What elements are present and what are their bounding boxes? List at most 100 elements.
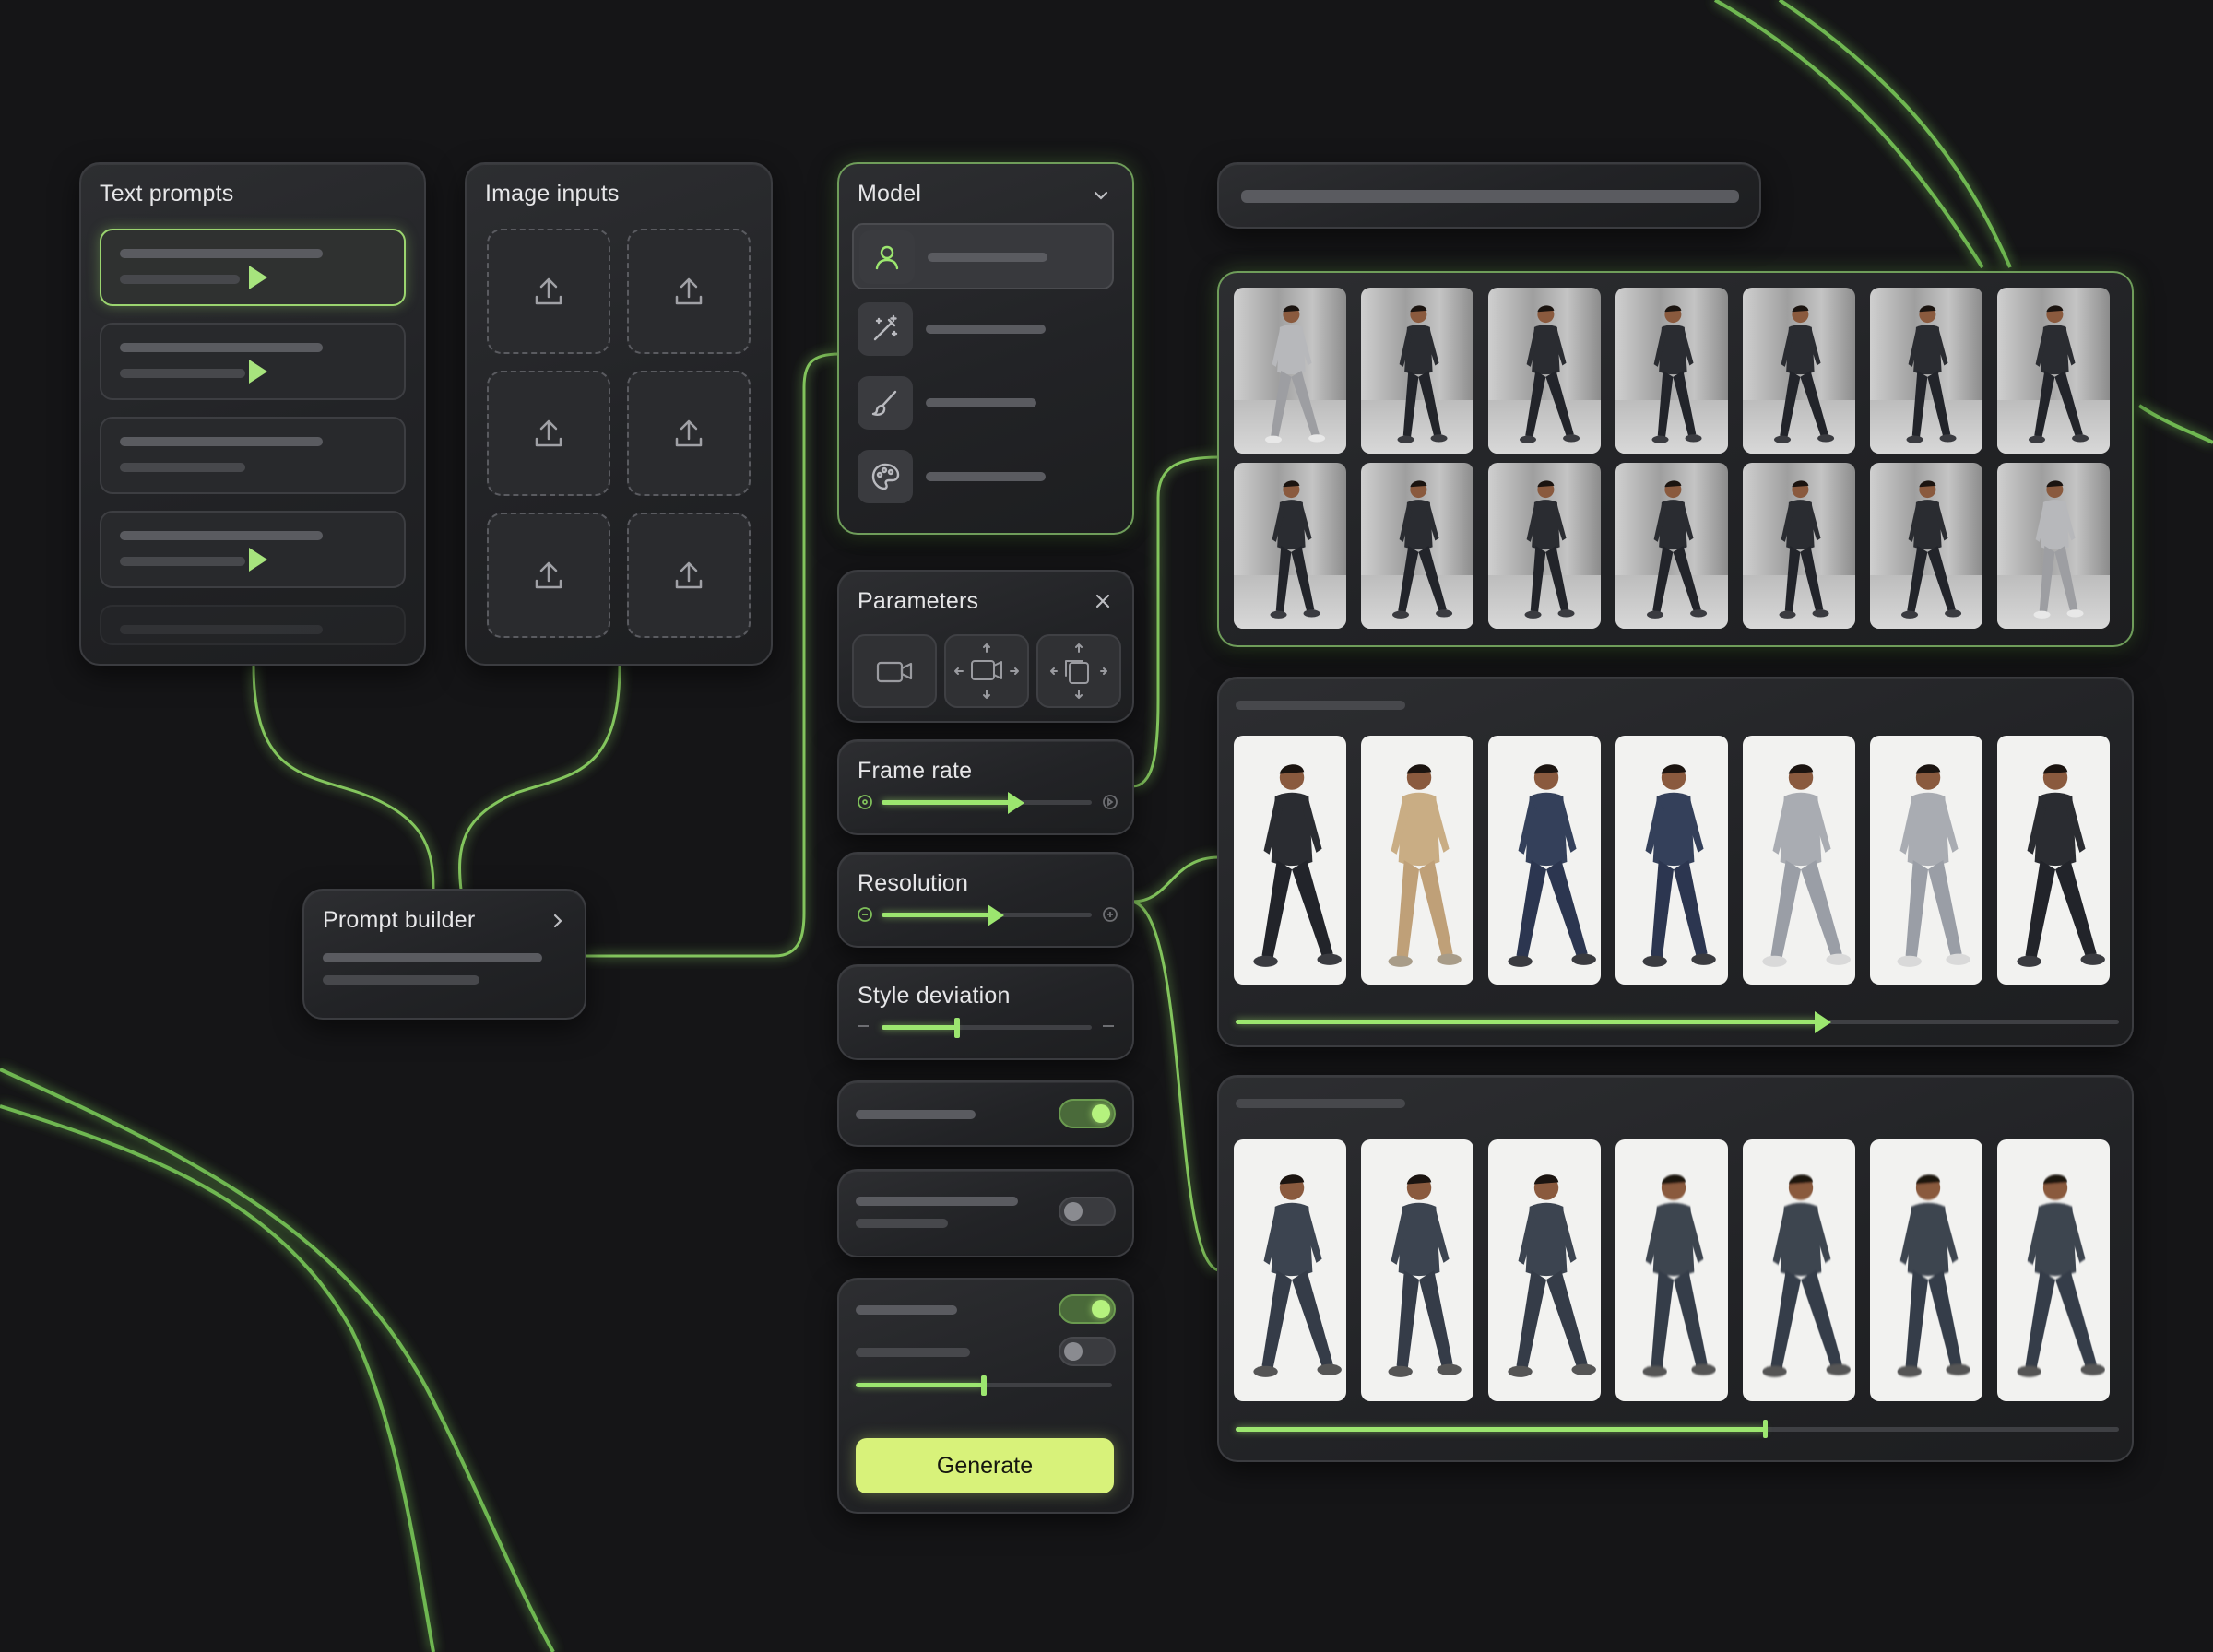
upload-slot-1[interactable] bbox=[487, 229, 610, 354]
output-frame[interactable] bbox=[1870, 736, 1982, 985]
output-frame[interactable] bbox=[1743, 288, 1855, 454]
slider-handle[interactable] bbox=[981, 1375, 987, 1396]
walking-figure bbox=[2017, 764, 2105, 967]
output-strip-motion bbox=[1217, 1075, 2134, 1462]
output-frame[interactable] bbox=[1870, 288, 1982, 454]
timeline-handle[interactable] bbox=[1763, 1420, 1769, 1438]
resolution-label: Resolution bbox=[858, 870, 969, 896]
frame-rate-slider[interactable] bbox=[882, 800, 1092, 805]
generate-button[interactable]: Generate bbox=[856, 1438, 1114, 1493]
walking-figure bbox=[1774, 305, 1835, 443]
slider-handle[interactable] bbox=[987, 904, 1004, 926]
output-frame[interactable] bbox=[1488, 1139, 1601, 1401]
output-frame[interactable] bbox=[1615, 1139, 1728, 1401]
output-frame[interactable] bbox=[1615, 736, 1728, 985]
output-frame[interactable] bbox=[1361, 736, 1473, 985]
output-frame[interactable] bbox=[1615, 288, 1728, 454]
model-item-1[interactable] bbox=[852, 223, 1114, 289]
walking-figure bbox=[1762, 1174, 1851, 1377]
output-frame[interactable] bbox=[1361, 1139, 1473, 1401]
high-res-icon bbox=[1103, 907, 1118, 922]
walking-figure bbox=[1253, 1174, 1342, 1377]
output-frame[interactable] bbox=[1234, 736, 1346, 985]
model-item-4[interactable] bbox=[852, 444, 1114, 511]
panel-title: Prompt builder bbox=[323, 907, 476, 933]
prompt-card-1[interactable] bbox=[100, 229, 406, 306]
output-frame[interactable] bbox=[1870, 1139, 1982, 1401]
camera-static-button[interactable] bbox=[852, 634, 937, 708]
walking-figure bbox=[1253, 764, 1342, 967]
upload-icon bbox=[535, 277, 562, 305]
walking-figure bbox=[1392, 480, 1453, 619]
walking-figure bbox=[1508, 1174, 1596, 1377]
close-icon[interactable] bbox=[1094, 592, 1112, 610]
upload-slot-6[interactable] bbox=[627, 513, 751, 638]
upload-slot-3[interactable] bbox=[487, 371, 610, 496]
text-prompts-panel: Text prompts bbox=[79, 162, 426, 666]
output-strip-illustration bbox=[1217, 677, 2134, 1047]
model-item-2[interactable] bbox=[852, 297, 1114, 363]
slider-handle[interactable] bbox=[954, 1018, 961, 1038]
minus-icon bbox=[858, 1025, 869, 1027]
output-frame[interactable] bbox=[1615, 463, 1728, 629]
prompt-card-5[interactable] bbox=[100, 605, 406, 645]
panel-title: Text prompts bbox=[100, 181, 234, 206]
output-frame[interactable] bbox=[1234, 463, 1346, 629]
output-frame[interactable] bbox=[1997, 1139, 2110, 1401]
slow-icon bbox=[858, 795, 872, 809]
panel-title: Image inputs bbox=[485, 181, 620, 206]
output-frame[interactable] bbox=[1488, 463, 1601, 629]
output-frame[interactable] bbox=[1997, 463, 2110, 629]
camera-orbit-button[interactable] bbox=[1036, 634, 1121, 708]
model-item-3[interactable] bbox=[852, 371, 1114, 437]
output-frame[interactable] bbox=[1234, 1139, 1346, 1401]
camera-pan-button[interactable] bbox=[944, 634, 1029, 708]
toggle-switch-4[interactable] bbox=[1059, 1337, 1116, 1366]
walking-figure bbox=[1779, 480, 1829, 619]
output-header-bar bbox=[1217, 162, 1761, 229]
chevron-right-icon[interactable] bbox=[550, 913, 566, 929]
prompt-card-2[interactable] bbox=[100, 323, 406, 400]
toggle-switch-3[interactable] bbox=[1059, 1294, 1116, 1324]
prompt-card-4[interactable] bbox=[100, 511, 406, 588]
plus-icon bbox=[1103, 1025, 1114, 1027]
upload-icon bbox=[535, 561, 562, 589]
prompt-builder-panel[interactable]: Prompt builder bbox=[302, 889, 586, 1020]
model-panel: Model bbox=[837, 162, 1134, 535]
output-frame[interactable] bbox=[1361, 463, 1473, 629]
slider-handle[interactable] bbox=[1008, 792, 1025, 814]
output-frame[interactable] bbox=[1743, 736, 1855, 985]
brush-icon bbox=[871, 390, 897, 416]
panel-title: Parameters bbox=[858, 588, 979, 614]
timeline-scrubber-2[interactable] bbox=[1236, 1427, 2119, 1432]
walking-figure bbox=[2033, 480, 2084, 619]
output-frame[interactable] bbox=[1743, 463, 1855, 629]
toggle-switch-1[interactable] bbox=[1059, 1099, 1116, 1128]
output-frame[interactable] bbox=[1997, 736, 2110, 985]
output-frame[interactable] bbox=[1743, 1139, 1855, 1401]
upload-slot-4[interactable] bbox=[627, 371, 751, 496]
timeline-handle[interactable] bbox=[1815, 1011, 1832, 1033]
walking-figure bbox=[1265, 305, 1326, 443]
output-frame[interactable] bbox=[1870, 463, 1982, 629]
cursor-icon bbox=[249, 266, 267, 289]
camera-rotate-icon bbox=[1050, 643, 1107, 699]
walking-figure bbox=[1520, 305, 1580, 443]
output-frame[interactable] bbox=[1997, 288, 2110, 454]
toggle-switch-2[interactable] bbox=[1059, 1197, 1116, 1226]
chevron-down-icon[interactable] bbox=[1092, 186, 1110, 205]
output-frame[interactable] bbox=[1361, 288, 1473, 454]
output-frame[interactable] bbox=[1488, 288, 1601, 454]
walking-figure bbox=[1270, 480, 1320, 619]
cursor-icon bbox=[249, 548, 267, 572]
timeline-scrubber-1[interactable] bbox=[1236, 1020, 2119, 1024]
generate-panel: Generate bbox=[837, 1278, 1134, 1514]
style-deviation-slider[interactable] bbox=[882, 1025, 1092, 1030]
prompt-card-3[interactable] bbox=[100, 417, 406, 494]
upload-slot-2[interactable] bbox=[627, 229, 751, 354]
output-frame[interactable] bbox=[1488, 736, 1601, 985]
upload-slot-5[interactable] bbox=[487, 513, 610, 638]
output-frame[interactable] bbox=[1234, 288, 1346, 454]
walking-figure bbox=[1388, 764, 1462, 967]
walking-figure bbox=[1642, 764, 1716, 967]
